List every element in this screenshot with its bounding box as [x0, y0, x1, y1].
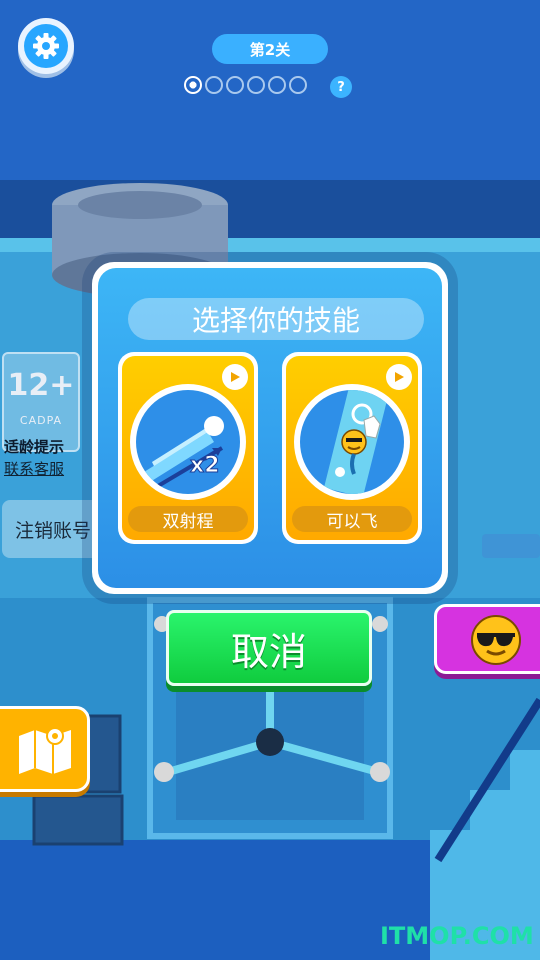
progress-dot [268, 76, 286, 94]
skill-icon-frame: x2 [130, 384, 246, 500]
level-indicator: 第2关 [212, 34, 328, 64]
skill-icon-frame [294, 384, 410, 500]
age-rating-org: CADPA [19, 414, 63, 427]
progress-dot [184, 76, 202, 94]
skill-label: 可以飞 [292, 506, 412, 532]
progress-dot [247, 76, 265, 94]
progress-dot [289, 76, 307, 94]
game-scene: 第2关 ? 12+ CADPA 适龄提示 联系客服 注销账号 选择你的技能 x2… [0, 0, 540, 960]
watermark: ITMOP.COM [380, 922, 534, 950]
age-tip-link[interactable]: 适龄提示 [4, 436, 64, 457]
settings-button[interactable] [18, 18, 74, 74]
double-range-icon: x2 [136, 390, 240, 494]
age-rating-number: 12+ [7, 368, 75, 403]
help-button[interactable]: ? [330, 76, 352, 98]
sunglasses-emoji-icon [471, 615, 521, 665]
map-button[interactable] [0, 706, 90, 792]
skill-label: 双射程 [128, 506, 248, 532]
progress-dot [226, 76, 244, 94]
cancel-button[interactable]: 取消 [166, 610, 372, 686]
fly-icon [300, 390, 404, 494]
dialog-title: 选择你的技能 [128, 298, 424, 340]
video-ad-icon [222, 364, 248, 390]
svg-text:x2: x2 [190, 453, 220, 478]
level-progress [184, 76, 324, 98]
skill-select-dialog: 选择你的技能 x2 双射程 可以飞 [92, 262, 448, 594]
skill-card-double-range[interactable]: x2 双射程 [118, 352, 258, 544]
dialog-body: 选择你的技能 x2 双射程 可以飞 [98, 268, 442, 588]
skill-card-fly[interactable]: 可以飞 [282, 352, 422, 544]
gear-icon [24, 24, 68, 68]
map-icon [19, 727, 71, 774]
skill-card-face: x2 双射程 [122, 356, 254, 540]
character-skin-button[interactable] [434, 604, 540, 674]
progress-dot [205, 76, 223, 94]
logout-account-button[interactable]: 注销账号 [2, 500, 104, 558]
skill-card-face: 可以飞 [286, 356, 418, 540]
contact-service-link[interactable]: 联系客服 [4, 458, 64, 479]
video-ad-icon [386, 364, 412, 390]
